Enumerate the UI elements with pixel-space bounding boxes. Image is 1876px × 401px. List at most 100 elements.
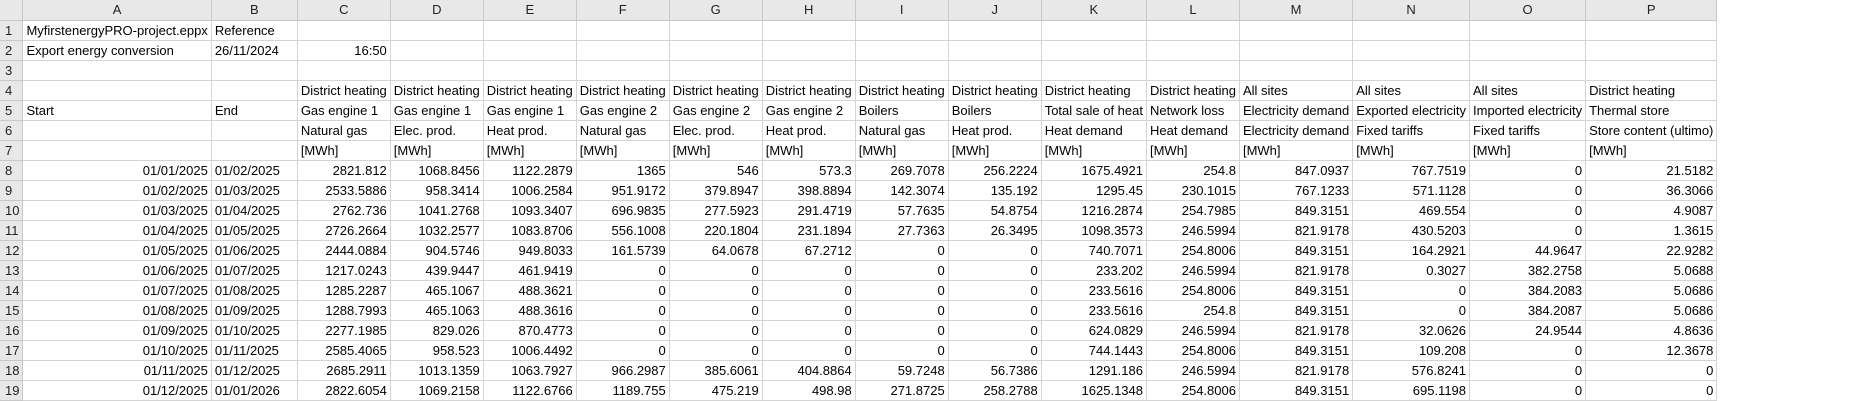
row-header[interactable]: 5 [0,100,24,121]
cell-k14[interactable]: 233.5616 [1041,280,1147,301]
row-header[interactable]: 11 [0,220,24,241]
cell-p11[interactable]: 1.3615 [1585,220,1718,241]
cell-f5[interactable]: Gas engine 2 [576,100,670,121]
cell-e7[interactable]: [MWh] [483,140,577,161]
cell-j3[interactable] [948,60,1042,81]
cell-p12[interactable]: 22.9282 [1585,240,1718,261]
cell-i1[interactable] [855,20,949,41]
cell-b10[interactable]: 01/04/2025 [211,200,298,221]
cell-n6[interactable]: Fixed tariffs [1352,120,1471,141]
cell-f17[interactable]: 0 [576,340,670,361]
cell-g17[interactable]: 0 [669,340,763,361]
cell-h9[interactable]: 398.8894 [762,180,856,201]
cell-n4[interactable]: All sites [1352,80,1471,101]
cell-d4[interactable]: District heating [390,80,484,101]
cell-c4[interactable]: District heating [297,80,391,101]
cell-g1[interactable] [669,20,763,41]
cell-n9[interactable]: 571.1128 [1352,180,1471,201]
cell-e3[interactable] [483,60,577,81]
cell-g3[interactable] [669,60,763,81]
cell-e11[interactable]: 1083.8706 [483,220,577,241]
cell-h2[interactable] [762,40,856,61]
cell-l16[interactable]: 246.5994 [1146,320,1240,341]
cell-e5[interactable]: Gas engine 1 [483,100,577,121]
cell-p15[interactable]: 5.0686 [1585,300,1718,321]
cell-i2[interactable] [855,40,949,61]
cell-c3[interactable] [297,60,391,81]
cell-k5[interactable]: Total sale of heat [1041,100,1147,121]
cell-l3[interactable] [1146,60,1240,81]
cell-o1[interactable] [1469,20,1587,41]
cell-n1[interactable] [1352,20,1471,41]
column-header-a[interactable]: A [22,0,212,21]
cell-n15[interactable]: 0 [1352,300,1471,321]
cell-n14[interactable]: 0 [1352,280,1471,301]
cell-l8[interactable]: 254.8 [1146,160,1240,181]
cell-g7[interactable]: [MWh] [669,140,763,161]
cell-l19[interactable]: 254.8006 [1146,380,1240,401]
cell-c8[interactable]: 2821.812 [297,160,391,181]
cell-f12[interactable]: 161.5739 [576,240,670,261]
cell-e15[interactable]: 488.3616 [483,300,577,321]
cell-m18[interactable]: 821.9178 [1239,360,1354,381]
cell-o14[interactable]: 384.2083 [1469,280,1587,301]
cell-p1[interactable] [1585,20,1718,41]
cell-d15[interactable]: 465.1063 [390,300,484,321]
column-header-n[interactable]: N [1352,0,1471,21]
cell-h12[interactable]: 67.2712 [762,240,856,261]
column-header-m[interactable]: M [1239,0,1354,21]
cell-f2[interactable] [576,40,670,61]
cell-d18[interactable]: 1013.1359 [390,360,484,381]
column-header-o[interactable]: O [1469,0,1587,21]
cell-p18[interactable]: 0 [1585,360,1718,381]
cell-h4[interactable]: District heating [762,80,856,101]
cell-f7[interactable]: [MWh] [576,140,670,161]
cell-g14[interactable]: 0 [669,280,763,301]
cell-c15[interactable]: 1288.7993 [297,300,391,321]
cell-n16[interactable]: 32.0626 [1352,320,1471,341]
cell-b5[interactable]: End [211,100,298,121]
cell-b6[interactable] [211,120,298,141]
cell-l2[interactable] [1146,40,1240,61]
cell-j16[interactable]: 0 [948,320,1042,341]
cell-d3[interactable] [390,60,484,81]
row-header[interactable]: 3 [0,60,24,81]
cell-e16[interactable]: 870.4773 [483,320,577,341]
cell-l10[interactable]: 254.7985 [1146,200,1240,221]
cell-j7[interactable]: [MWh] [948,140,1042,161]
cell-k10[interactable]: 1216.2874 [1041,200,1147,221]
cell-b13[interactable]: 01/07/2025 [211,260,298,281]
cell-e18[interactable]: 1063.7927 [483,360,577,381]
cell-o7[interactable]: [MWh] [1469,140,1587,161]
cell-j15[interactable]: 0 [948,300,1042,321]
cell-g19[interactable]: 475.219 [669,380,763,401]
cell-k3[interactable] [1041,60,1147,81]
cell-g8[interactable]: 546 [669,160,763,181]
cell-i15[interactable]: 0 [855,300,949,321]
cell-h6[interactable]: Heat prod. [762,120,856,141]
cell-i6[interactable]: Natural gas [855,120,949,141]
cell-p7[interactable]: [MWh] [1585,140,1718,161]
cell-n12[interactable]: 164.2921 [1352,240,1471,261]
cell-h13[interactable]: 0 [762,260,856,281]
cell-k11[interactable]: 1098.3573 [1041,220,1147,241]
cell-n10[interactable]: 469.554 [1352,200,1471,221]
cell-c13[interactable]: 1217.0243 [297,260,391,281]
cell-p14[interactable]: 5.0686 [1585,280,1718,301]
cell-l14[interactable]: 254.8006 [1146,280,1240,301]
cell-g6[interactable]: Elec. prod. [669,120,763,141]
cell-h8[interactable]: 573.3 [762,160,856,181]
cell-m8[interactable]: 847.0937 [1239,160,1354,181]
cell-d9[interactable]: 958.3414 [390,180,484,201]
cell-b15[interactable]: 01/09/2025 [211,300,298,321]
cell-j4[interactable]: District heating [948,80,1042,101]
cell-h11[interactable]: 231.1894 [762,220,856,241]
cell-j13[interactable]: 0 [948,260,1042,281]
cell-o8[interactable]: 0 [1469,160,1587,181]
row-header[interactable]: 16 [0,320,24,341]
column-header-i[interactable]: I [855,0,949,21]
cell-m9[interactable]: 767.1233 [1239,180,1354,201]
cell-n3[interactable] [1352,60,1471,81]
cell-a3[interactable] [22,60,212,81]
cell-d12[interactable]: 904.5746 [390,240,484,261]
